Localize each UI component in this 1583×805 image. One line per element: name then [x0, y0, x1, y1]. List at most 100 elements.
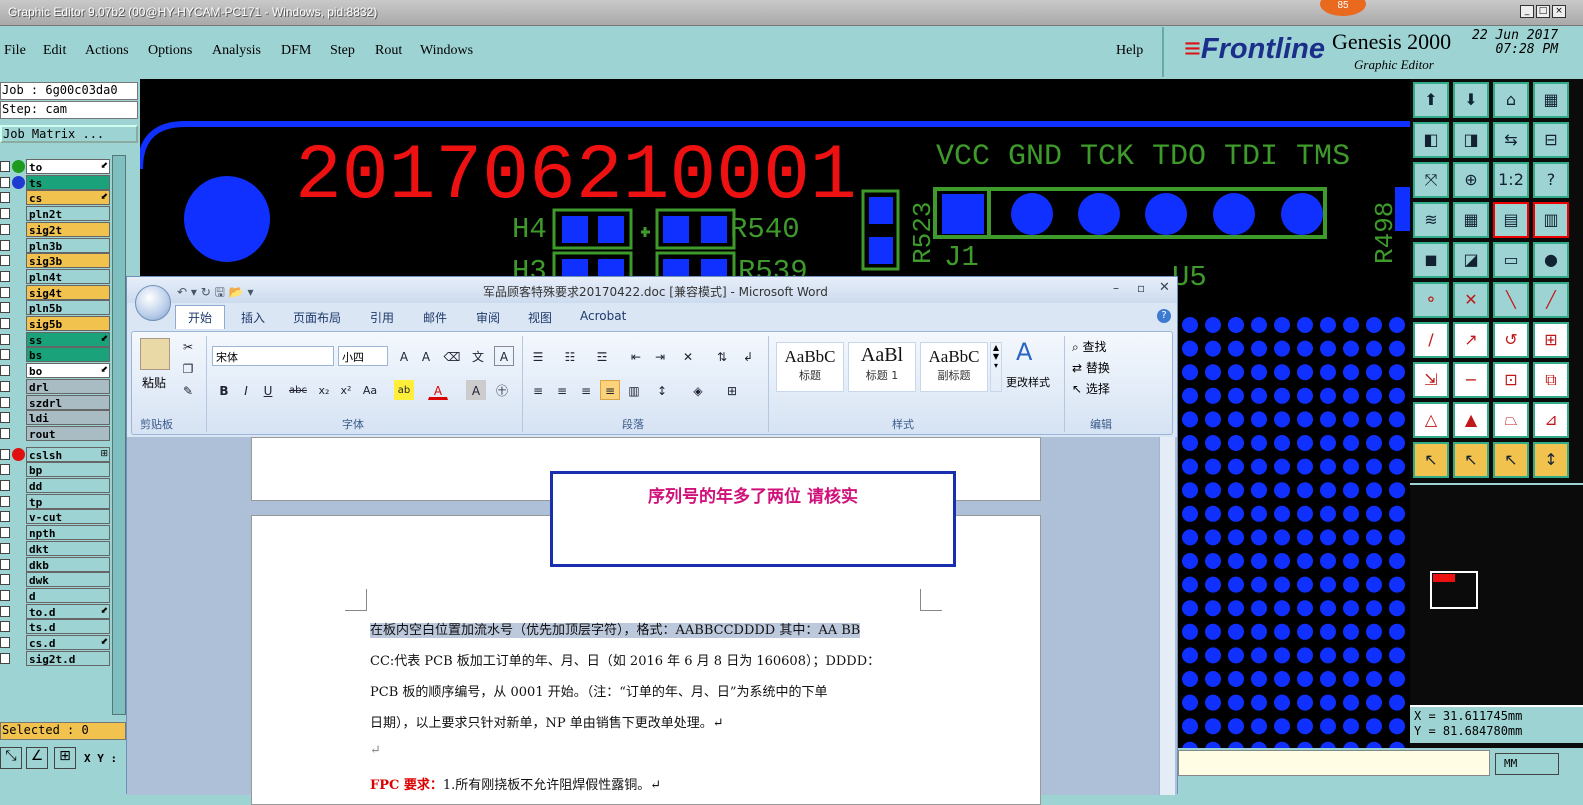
layer-row-to[interactable]: to ⬋ [0, 159, 112, 174]
layer-row-bs[interactable]: bs [0, 347, 112, 363]
layer-name[interactable]: ldi [26, 410, 110, 426]
close-button[interactable]: × [1552, 5, 1566, 18]
layer-row-sig4t[interactable]: sig4t [0, 284, 112, 300]
change-styles-icon[interactable]: A [1016, 338, 1032, 366]
grid-toggle-icon[interactable]: ▦ [1453, 202, 1489, 238]
align-right-icon[interactable]: ≡ [576, 380, 596, 400]
layer-checkbox[interactable] [0, 208, 10, 220]
layer-checkbox[interactable] [0, 255, 10, 267]
layer-row-ts-d[interactable]: ts.d [0, 619, 112, 635]
layer-name[interactable]: bs [26, 347, 110, 363]
layer-checkbox[interactable] [0, 495, 10, 507]
layer-name[interactable]: pln3b [26, 237, 110, 253]
layer-row-sig3b[interactable]: sig3b [0, 253, 112, 269]
show-marks-icon[interactable]: ↲ [738, 346, 758, 366]
line-spacing-icon[interactable]: ↕ [652, 380, 672, 400]
layer-name[interactable]: to.d [26, 603, 110, 619]
char-shading-icon[interactable]: A [466, 380, 486, 400]
cross-icon[interactable]: ✕ [1453, 282, 1489, 318]
layer-row-bo[interactable]: bo ⬋ [0, 363, 112, 379]
layer-checkbox[interactable] [0, 192, 10, 204]
layer-name[interactable]: sig2t [26, 221, 110, 237]
menu-actions[interactable]: Actions [85, 43, 129, 59]
layer-row-ss[interactable]: ss ⬋ [0, 331, 112, 347]
layer-checkbox[interactable] [0, 365, 10, 377]
ruler-icon[interactable]: ▭ [1493, 242, 1529, 278]
clear-format-icon[interactable]: ⌫ [442, 346, 462, 366]
select-button[interactable]: ↖ 选择 [1072, 380, 1110, 397]
save-icon[interactable]: 🖫 [215, 285, 225, 299]
diagonal-icon[interactable]: ╱ [1533, 282, 1569, 318]
char-border-icon[interactable]: A [494, 346, 514, 366]
layer-name[interactable]: tp [26, 493, 110, 509]
layer-checkbox[interactable] [0, 605, 10, 617]
job-matrix-button[interactable]: Job Matrix ... [0, 125, 138, 143]
layer-checkbox[interactable] [0, 652, 10, 664]
ramp-icon[interactable]: ⊿ [1533, 402, 1569, 438]
layer-row-v-cut[interactable]: v-cut [0, 509, 112, 525]
layer-row-tp[interactable]: tp [0, 493, 112, 509]
layer-checkbox[interactable] [0, 511, 10, 523]
undo-icon[interactable]: ↶ [177, 285, 187, 299]
layer-name[interactable]: cslsh [26, 446, 110, 462]
fit-icon[interactable]: ⤧ [1413, 162, 1449, 198]
superscript-icon[interactable]: x² [336, 380, 356, 400]
shading-icon[interactable]: ◈ [688, 380, 708, 400]
layer-checkbox[interactable] [0, 621, 10, 633]
zoom-home-icon[interactable]: ⬆ [1413, 82, 1449, 118]
zoom-out-icon[interactable]: ⌂ [1493, 82, 1529, 118]
bullets-icon[interactable]: ☰ [528, 346, 548, 366]
layer-row-rout[interactable]: rout [0, 425, 112, 441]
layer-row-pln3b[interactable]: pln3b [0, 237, 112, 253]
layer-row-pln5b[interactable]: pln5b [0, 300, 112, 316]
change-styles-label[interactable]: 更改样式 [1006, 374, 1050, 390]
highlight-icon[interactable]: ab [394, 380, 414, 400]
help-icon[interactable]: ? [1157, 309, 1171, 323]
units-button[interactable]: MM [1495, 753, 1559, 775]
layer-name[interactable]: rout [26, 425, 110, 441]
layer-name[interactable]: drl [26, 378, 110, 394]
redo-icon[interactable]: ↻ [201, 285, 211, 299]
subscript-icon[interactable]: x₂ [314, 380, 334, 400]
layer-name[interactable]: v-cut [26, 509, 110, 525]
command-line[interactable] [1178, 750, 1490, 776]
layer-name[interactable]: dwk [26, 572, 110, 588]
cut-icon[interactable]: ✂ [178, 336, 198, 356]
flip-icon[interactable]: ⇆ [1493, 122, 1529, 158]
pan-left-icon[interactable]: ◧ [1413, 122, 1449, 158]
layer-name[interactable]: dd [26, 478, 110, 493]
justify-icon[interactable]: ≡ [600, 380, 620, 400]
select3-icon[interactable]: ↖ [1493, 442, 1529, 478]
underline-icon[interactable]: U [258, 380, 278, 400]
polygon-icon[interactable]: △ [1413, 402, 1449, 438]
group-icon[interactable]: ⧉ [1533, 362, 1569, 398]
open-icon[interactable]: 📂 [229, 285, 244, 299]
menu-file[interactable]: File [4, 43, 26, 59]
multilevel-list-icon[interactable]: ☲ [592, 346, 612, 366]
frame-icon[interactable]: ⊞ [1533, 322, 1569, 358]
layer-checkbox[interactable] [0, 349, 10, 361]
layer-checkbox[interactable] [0, 396, 10, 408]
menu-rout[interactable]: Rout [375, 43, 402, 59]
styles-scroll[interactable]: ▲ ▼ ▾ [990, 342, 1002, 392]
layer-row-sig2t-d[interactable]: sig2t.d [0, 650, 112, 666]
layer-scrollbar[interactable] [112, 155, 126, 715]
change-case-icon[interactable]: Aa [360, 380, 380, 400]
layer-name[interactable]: sig5b [26, 316, 110, 331]
node-icon[interactable]: ⇲ [1413, 362, 1449, 398]
layer-name[interactable]: npth [26, 525, 110, 541]
find-button[interactable]: ⌕ 查找 [1072, 338, 1107, 355]
layer-blue-icon[interactable]: ▥ [1533, 202, 1569, 238]
layer-name[interactable]: cs [26, 190, 110, 206]
paste-icon[interactable] [140, 338, 170, 370]
layer-checkbox[interactable] [0, 427, 10, 439]
layer-row-dd[interactable]: dd [0, 478, 112, 493]
menu-analysis[interactable]: Analysis [212, 43, 261, 59]
layer-row-dkb[interactable]: dkb [0, 556, 112, 572]
tab-mailings[interactable]: 邮件 [423, 309, 447, 326]
layer-name[interactable]: cs.d [26, 635, 110, 650]
word-maximize-button[interactable]: ▫ [1137, 281, 1145, 295]
strikethrough-icon[interactable]: abc [288, 380, 308, 400]
bold-icon[interactable]: B [214, 380, 234, 400]
word-minimize-button[interactable]: – [1113, 281, 1119, 295]
